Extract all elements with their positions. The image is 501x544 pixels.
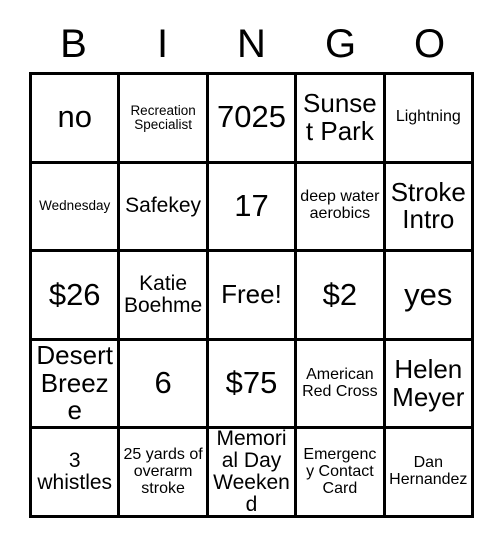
bingo-cell[interactable]: $26 <box>32 252 121 341</box>
bingo-cell[interactable]: Katie Boehme <box>120 252 209 341</box>
bingo-cell-text: yes <box>404 276 453 312</box>
bingo-cell[interactable]: no <box>32 75 121 164</box>
bingo-cell[interactable]: Safekey <box>120 163 209 253</box>
bingo-cell-text: Katie Boehme <box>123 271 203 317</box>
header-letter-text: N <box>237 22 266 66</box>
bingo-cell-text: Desert Breeze <box>36 340 113 426</box>
bingo-cell-text: Stroke Intro <box>390 176 466 235</box>
bingo-cell[interactable]: $2 <box>297 252 386 341</box>
bingo-cell-free-space[interactable]: Free! <box>208 252 298 341</box>
bingo-cell[interactable]: 6 <box>120 340 209 430</box>
bingo-cell[interactable]: Recreation Specialist <box>120 75 209 164</box>
bingo-header-letter-g: G <box>296 16 385 72</box>
bingo-cell-text: Sunset Park <box>303 88 377 146</box>
bingo-cell[interactable]: Memorial Day Weekend <box>208 429 298 518</box>
header-letter-text: O <box>413 22 446 66</box>
bingo-cell[interactable]: 3 whistles <box>32 429 121 518</box>
bingo-cell[interactable]: Helen Meyer <box>385 340 474 430</box>
bingo-cell-text: Dan Hernandez <box>389 454 468 489</box>
bingo-cell[interactable]: American Red Cross <box>297 340 386 430</box>
bingo-cell-text: $2 <box>322 276 358 312</box>
bingo-cell-text: Safekey <box>125 194 202 218</box>
bingo-cell-text: 3 whistles <box>37 448 113 495</box>
bingo-cell-text: $75 <box>225 365 278 401</box>
header-letter-text: I <box>156 22 169 66</box>
bingo-cell[interactable]: 25 yards of overarm stroke <box>120 429 209 518</box>
bingo-header-letter-o: O <box>385 16 474 72</box>
bingo-cell-text: deep water aerobics <box>300 188 380 223</box>
bingo-cell[interactable]: Stroke Intro <box>385 163 474 253</box>
bingo-header-letter-i: I <box>118 16 207 72</box>
bingo-cell-text: Emergency Contact Card <box>303 445 377 497</box>
bingo-cell-text: 6 <box>154 365 172 401</box>
bingo-header-row: B I N G O <box>29 16 474 72</box>
header-letter-text: B <box>60 22 87 66</box>
bingo-cell[interactable]: Dan Hernandez <box>385 429 474 518</box>
bingo-cell-text: 7025 <box>217 99 286 135</box>
bingo-cell[interactable]: Lightning <box>385 75 474 164</box>
bingo-cell[interactable]: Emergency Contact Card <box>297 429 386 518</box>
bingo-cell[interactable]: 17 <box>208 163 298 253</box>
bingo-cell[interactable]: deep water aerobics <box>297 163 386 253</box>
bingo-card: B I N G O no Recreation Specialist 7025 … <box>0 0 501 544</box>
bingo-cell[interactable]: Wednesday <box>32 163 121 253</box>
bingo-cell-text: Memorial Day Weekend <box>213 429 290 517</box>
bingo-grid: no Recreation Specialist 7025 Sunset Par… <box>29 72 474 518</box>
bingo-header-letter-n: N <box>207 16 296 72</box>
bingo-cell-text: Helen Meyer <box>392 354 465 412</box>
bingo-cell[interactable]: Desert Breeze <box>32 340 121 430</box>
bingo-cell[interactable]: $75 <box>208 340 298 430</box>
bingo-cell[interactable]: 7025 <box>208 75 298 164</box>
bingo-cell-text: Free! <box>221 279 282 310</box>
header-letter-text: G <box>324 22 357 66</box>
bingo-cell-text: 25 yards of overarm stroke <box>123 445 203 497</box>
bingo-cell-text: Recreation Specialist <box>130 102 196 132</box>
bingo-cell-text: 17 <box>234 187 269 223</box>
bingo-cell[interactable]: yes <box>385 252 474 341</box>
bingo-cell-text: Lightning <box>395 108 461 126</box>
bingo-cell-text: American Red Cross <box>302 365 378 400</box>
bingo-cell[interactable]: Sunset Park <box>297 75 386 164</box>
bingo-header-letter-b: B <box>29 16 118 72</box>
bingo-cell-text: Wednesday <box>39 198 111 214</box>
bingo-cell-text: no <box>57 99 92 135</box>
bingo-cell-text: $26 <box>48 276 101 312</box>
